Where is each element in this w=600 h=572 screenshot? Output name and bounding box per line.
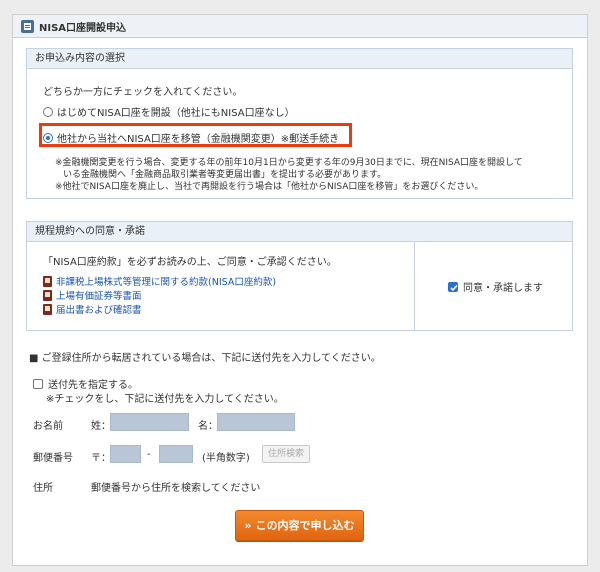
shipping-checkbox-sub: ※チェックをし、下記に送付先を入力してください。 <box>46 394 284 405</box>
agreement-instruction: 「NISA口座約款」を必ずお読みの上、ご同意・ご承認ください。 <box>43 257 337 268</box>
postal-mark: 〒： <box>91 453 111 464</box>
option-transfer-label: 他社から当社へNISA口座を移管（金融機関変更）※郵送手続き <box>57 134 340 145</box>
link-nisa-terms-text[interactable]: 非課税上場株式等管理に関する約款(NISA口座約款) <box>56 277 276 288</box>
surname-label: 姓： <box>91 421 111 432</box>
document-icon <box>43 276 52 287</box>
selection-instruction: どちらか一方にチェックを入れてください。 <box>43 87 243 98</box>
link-forms-confirmation[interactable]: 届出書および確認書 <box>43 302 142 316</box>
link-listed-securities-text[interactable]: 上場有価証券等書面 <box>56 291 142 302</box>
consent-label: 同意・承諾します <box>463 283 543 294</box>
shipping-notice: ■ ご登録住所から転居されている場合は、下記に送付先を入力してください。 <box>29 353 381 364</box>
document-icon <box>43 290 52 301</box>
title-bar: NISA口座開設申込 <box>13 15 587 38</box>
link-listed-securities[interactable]: 上場有価証券等書面 <box>43 288 142 302</box>
note-line-3: ※他社でNISA口座を廃止し、当社で再開設を行う場合は「他社からNISA口座を移… <box>55 182 484 192</box>
postal-dash: - <box>147 449 151 460</box>
selection-section: お申込み内容の選択 どちらか一方にチェックを入れてください。 はじめてNISA口… <box>26 48 573 199</box>
address-label: 住所 <box>33 483 53 494</box>
given-name-label: 名： <box>198 421 218 432</box>
note-line-1: ※金融機関変更を行う場合、変更する年の前年10月1日から変更する年の9月30日ま… <box>55 158 523 168</box>
surname-input[interactable] <box>110 413 189 431</box>
consent-checkbox[interactable] <box>448 282 458 292</box>
postal-code-second-input[interactable] <box>159 445 193 463</box>
postal-label: 郵便番号 <box>33 453 73 464</box>
form-icon <box>21 19 34 33</box>
page-title: NISA口座開設申込 <box>39 22 127 34</box>
address-search-button[interactable]: 住所検索 <box>262 445 310 463</box>
given-name-input[interactable] <box>217 413 295 431</box>
shipping-checkbox-row[interactable]: 送付先を指定する。 <box>33 376 138 391</box>
agreement-section: 規程規約への同意・承諾 「NISA口座約款」を必ずお読みの上、ご同意・ご承認くだ… <box>26 221 573 331</box>
consent-checkbox-row[interactable]: 同意・承諾します <box>448 279 543 294</box>
nisa-application-panel: NISA口座開設申込 お申込み内容の選択 どちらか一方にチェックを入れてください… <box>12 14 588 566</box>
radio-transfer-account[interactable] <box>43 133 53 143</box>
agreement-heading: 規程規約への同意・承諾 <box>27 222 572 242</box>
name-label: お名前 <box>33 421 63 432</box>
submit-application-button[interactable]: » この内容で申し込む <box>235 510 364 541</box>
postal-code-first-input[interactable] <box>110 445 141 463</box>
selection-heading: お申込み内容の選択 <box>27 49 572 69</box>
radio-new-account[interactable] <box>43 107 53 117</box>
shipping-checkbox[interactable] <box>33 379 43 389</box>
postal-hint: (半角数字) <box>202 453 250 464</box>
option-new-account-label: はじめてNISA口座を開設（他社にもNISA口座なし） <box>57 108 295 119</box>
link-nisa-terms[interactable]: 非課税上場株式等管理に関する約款(NISA口座約款) <box>43 274 276 288</box>
link-forms-confirmation-text[interactable]: 届出書および確認書 <box>56 305 142 316</box>
agreement-divider <box>414 242 415 330</box>
option-transfer-account[interactable]: 他社から当社へNISA口座を移管（金融機関変更）※郵送手続き <box>43 130 339 145</box>
address-hint: 郵便番号から住所を検索してください <box>91 483 261 494</box>
option-new-account[interactable]: はじめてNISA口座を開設（他社にもNISA口座なし） <box>43 104 295 119</box>
document-icon <box>43 304 52 315</box>
note-line-2: いる金融機関へ「金融商品取引業者等変更届出書」を提出する必要があります。 <box>63 170 387 180</box>
